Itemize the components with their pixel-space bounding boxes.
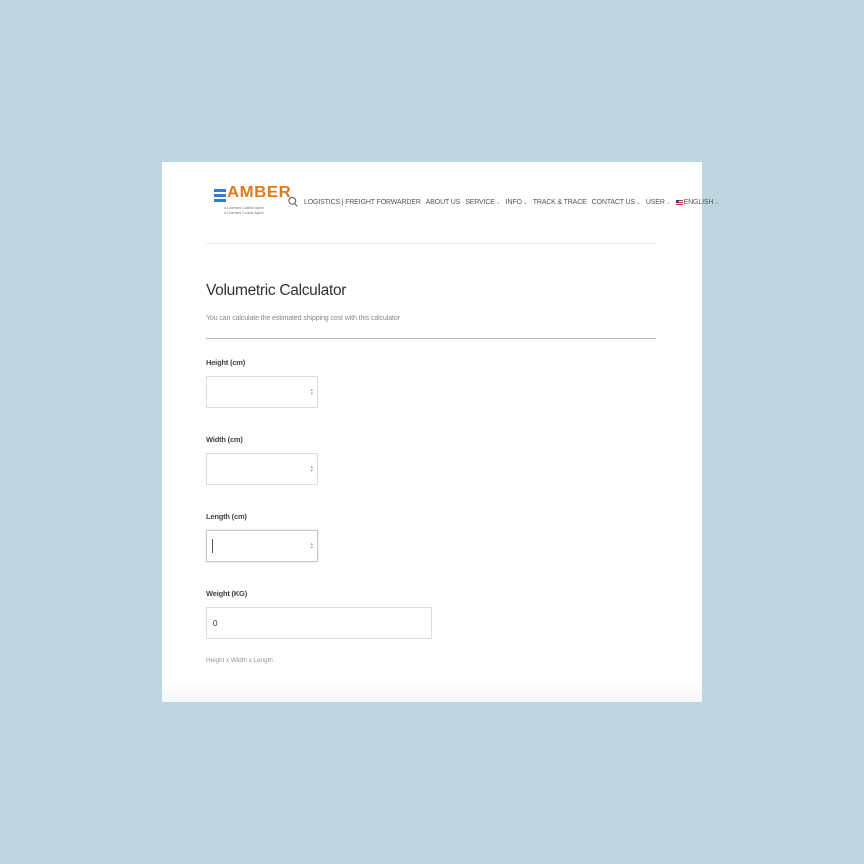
card-bottom-fade bbox=[162, 682, 702, 702]
number-spinner-icon[interactable]: ▴ ▾ bbox=[310, 388, 313, 397]
title-divider bbox=[206, 338, 656, 339]
chevron-down-icon: ⌄ bbox=[714, 199, 720, 206]
nav-contact-us[interactable]: CONTACT US ⌄ bbox=[592, 199, 641, 206]
number-spinner-icon[interactable]: ▴ ▾ bbox=[310, 465, 313, 474]
weight-label: Weight (KG) bbox=[206, 589, 247, 598]
main-nav: LOGISTICS | FREIGHT FORWARDER ABOUT US S… bbox=[288, 196, 724, 208]
nav-language-label: ENGLISH bbox=[683, 198, 714, 206]
chevron-down-icon: ⌄ bbox=[495, 199, 501, 206]
nav-logistics[interactable]: LOGISTICS | FREIGHT FORWARDER bbox=[304, 199, 421, 206]
amber-logo[interactable]: AMBER A Licensed Custom Agent A Licensed… bbox=[214, 184, 291, 222]
nav-user[interactable]: USER ⌄ bbox=[646, 199, 671, 206]
nav-info[interactable]: INFO ⌄ bbox=[506, 199, 528, 206]
width-label: Width (cm) bbox=[206, 435, 243, 444]
height-label: Height (cm) bbox=[206, 358, 246, 367]
nav-language[interactable]: ENGLISH ⌄ bbox=[675, 198, 720, 206]
weight-input[interactable]: 0 bbox=[206, 607, 432, 639]
chevron-down-icon: ⌄ bbox=[665, 199, 671, 206]
nav-about-us-label: ABOUT US bbox=[425, 198, 461, 206]
logo-mark-icon bbox=[214, 189, 226, 203]
width-input[interactable]: ▴ ▾ bbox=[206, 453, 318, 485]
nav-track-trace-label: TRACK & TRACE bbox=[532, 198, 587, 206]
us-flag-icon bbox=[675, 199, 683, 205]
nav-service-label: SERVICE bbox=[465, 198, 495, 206]
page-card: AMBER A Licensed Custom Agent A Licensed… bbox=[162, 162, 719, 702]
nav-track-trace[interactable]: TRACK & TRACE bbox=[533, 199, 587, 206]
nav-about-us[interactable]: ABOUT US bbox=[425, 198, 461, 206]
chevron-down-icon: ⌄ bbox=[635, 199, 641, 206]
nav-user-label: USER bbox=[645, 198, 665, 206]
height-input[interactable]: ▴ ▾ bbox=[206, 376, 318, 408]
logo-wordmark: AMBER bbox=[227, 184, 292, 201]
page-title: Volumetric Calculator bbox=[206, 282, 347, 299]
nav-info-label: INFO bbox=[505, 198, 522, 206]
text-cursor bbox=[212, 539, 213, 553]
search-icon[interactable] bbox=[288, 196, 298, 208]
length-input[interactable]: ▴ ▾ bbox=[206, 530, 318, 562]
nav-contact-us-label: CONTACT US bbox=[591, 198, 636, 206]
length-label: Length (cm) bbox=[206, 512, 247, 521]
logo-tagline-2: A Licensed Courier Agent bbox=[224, 211, 264, 215]
logo-tagline-1: A Licensed Custom Agent bbox=[224, 206, 265, 210]
nav-logistics-label: LOGISTICS | FREIGHT FORWARDER bbox=[304, 198, 421, 206]
site-header: AMBER A Licensed Custom Agent A Licensed… bbox=[206, 182, 719, 226]
page-subtitle: You can calculate the estimated shipping… bbox=[206, 315, 400, 322]
chevron-down-icon: ⌄ bbox=[522, 199, 528, 206]
formula-hint: Height x Width x Length bbox=[206, 657, 273, 664]
nav-service[interactable]: SERVICE ⌄ bbox=[465, 198, 501, 206]
number-spinner-icon[interactable]: ▴ ▾ bbox=[310, 542, 313, 551]
header-divider bbox=[206, 243, 656, 244]
weight-value: 0 bbox=[213, 619, 218, 628]
